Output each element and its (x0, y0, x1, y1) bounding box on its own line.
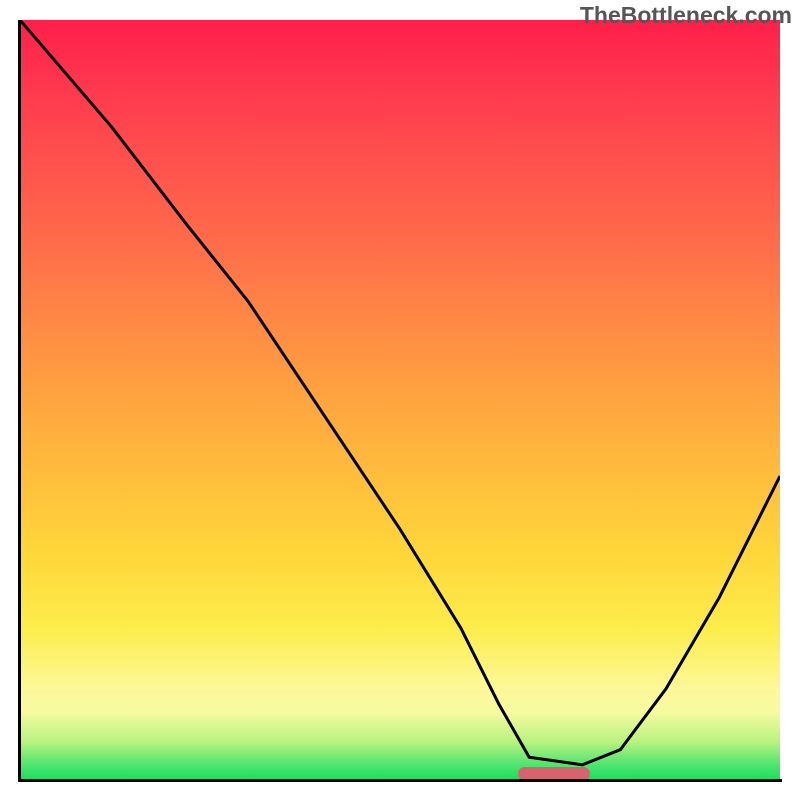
chart-canvas: TheBottleneck.com (0, 0, 800, 800)
y-axis-line (18, 20, 21, 782)
plot-area (20, 20, 780, 780)
bottleneck-curve (20, 20, 780, 780)
watermark-text: TheBottleneck.com (580, 2, 792, 29)
x-axis-line (18, 779, 782, 782)
